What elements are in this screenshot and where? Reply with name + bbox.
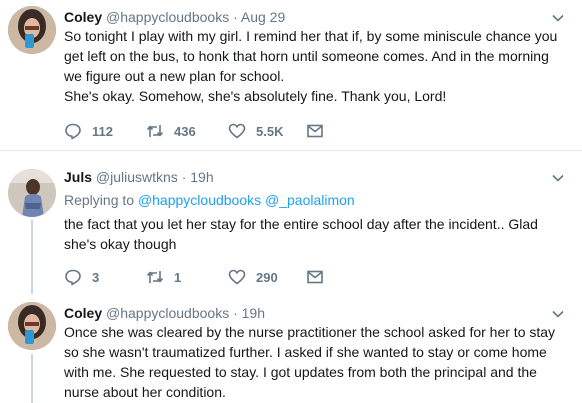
tweet-2[interactable]: Juls @juliuswtkns · 19h Replying to @hap… <box>0 151 582 293</box>
reply-count: 3 <box>92 269 100 285</box>
reply-icon <box>65 123 81 140</box>
avatar-photo <box>8 169 56 217</box>
tweet-date[interactable]: · 19h <box>233 305 265 321</box>
envelope-icon <box>307 270 323 284</box>
replying-to-label: Replying to <box>64 192 135 208</box>
tweet-date[interactable]: · 19h <box>182 169 214 185</box>
retweet-button[interactable]: 436 <box>146 121 196 141</box>
replying-to: Replying to @happycloudbooks @_paolalimo… <box>64 191 355 209</box>
author-name[interactable]: Coley <box>64 305 102 321</box>
author-handle[interactable]: @happycloudbooks <box>106 305 229 321</box>
retweet-icon <box>146 271 164 283</box>
reply-mentions[interactable]: @happycloudbooks @_paolalimon <box>138 192 355 208</box>
tweet-1[interactable]: Coley @happycloudbooks · Aug 29 So tonig… <box>0 0 582 150</box>
tweet-text: Once she was cleared by the nurse practi… <box>64 324 556 400</box>
heart-icon <box>228 269 246 285</box>
tweet-text: the fact that you let her stay for the e… <box>64 216 538 252</box>
author-handle[interactable]: @juliuswtkns <box>96 169 178 185</box>
envelope-icon <box>307 124 323 138</box>
retweet-count: 1 <box>174 269 182 285</box>
retweet-button[interactable]: 1 <box>146 267 181 287</box>
avatar-photo <box>8 6 56 54</box>
heart-icon <box>228 123 246 139</box>
retweet-icon <box>146 125 164 137</box>
message-button[interactable] <box>306 121 334 141</box>
avatar[interactable] <box>8 6 56 54</box>
like-count: 290 <box>256 269 278 285</box>
like-button[interactable]: 290 <box>228 267 278 287</box>
avatar-photo <box>8 302 56 350</box>
tweet-3[interactable]: Coley @happycloudbooks · 19h Once she wa… <box>0 293 582 403</box>
author-name[interactable]: Coley <box>64 9 102 25</box>
tweet-date[interactable]: · Aug 29 <box>233 9 285 25</box>
chevron-down-icon[interactable] <box>552 172 564 184</box>
tweet-text: So tonight I play with my girl. I remind… <box>64 28 558 104</box>
reply-button[interactable]: 3 <box>64 267 99 287</box>
chevron-down-icon[interactable] <box>552 308 564 320</box>
like-count: 5.5K <box>256 123 284 139</box>
message-button[interactable] <box>306 267 334 287</box>
author-handle[interactable]: @happycloudbooks <box>106 9 229 25</box>
reply-icon <box>65 269 81 286</box>
author-name[interactable]: Juls <box>64 169 92 185</box>
chevron-down-icon[interactable] <box>552 12 564 24</box>
like-button[interactable]: 5.5K <box>228 121 283 141</box>
retweet-count: 436 <box>174 123 196 139</box>
avatar[interactable] <box>8 169 56 217</box>
reply-count: 112 <box>92 123 113 139</box>
avatar[interactable] <box>8 302 56 350</box>
reply-button[interactable]: 112 <box>64 121 113 141</box>
